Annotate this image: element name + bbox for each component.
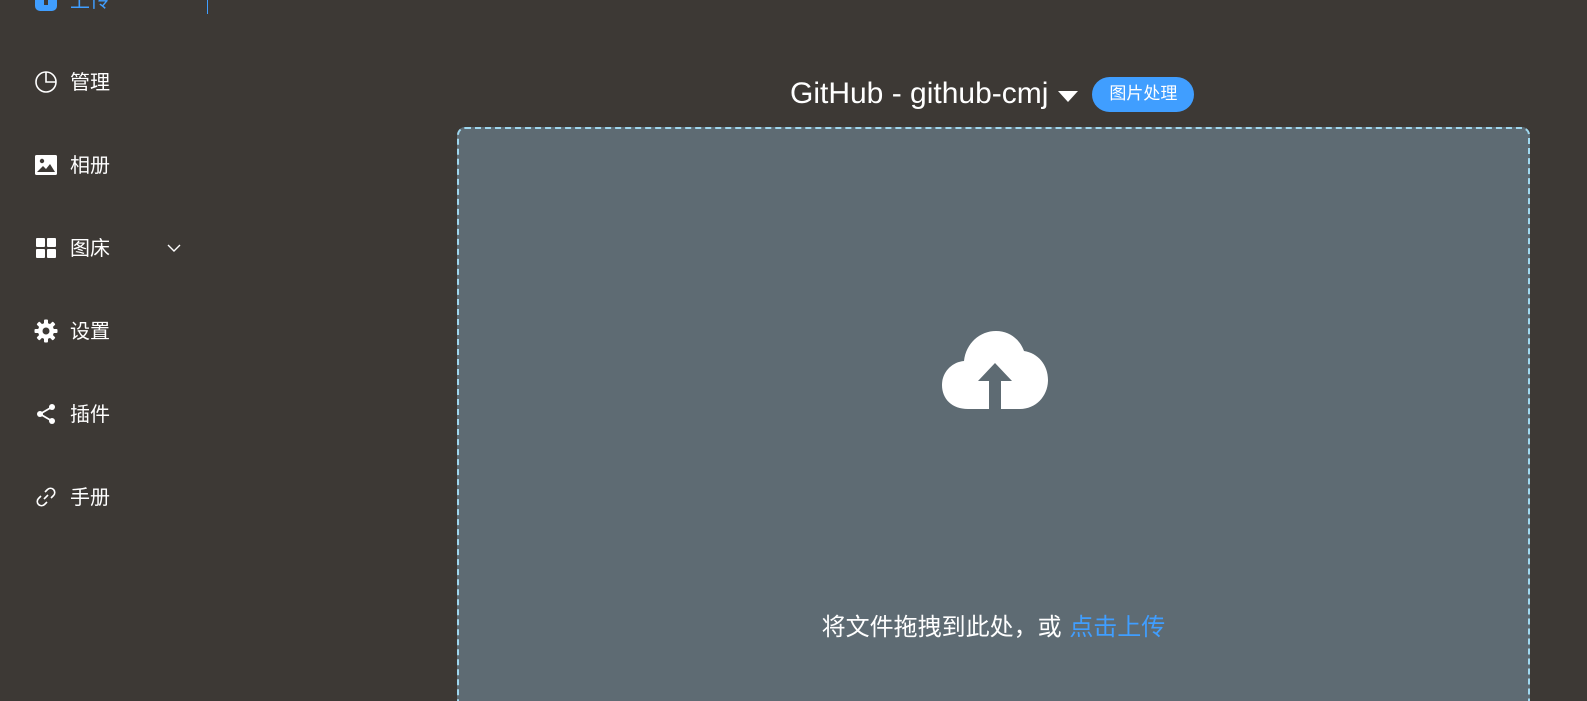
sidebar-item-upload[interactable]: 上传: [34, 0, 110, 14]
dropzone-text: 将文件拖拽到此处，或 点击上传: [459, 607, 1528, 642]
pie-chart-icon: [34, 70, 58, 94]
dropzone-hint: 将文件拖拽到此处，或: [821, 613, 1070, 641]
upload-header: GitHub - github-cmj 图片处理: [790, 76, 1195, 112]
upload-dropzone[interactable]: 将文件拖拽到此处，或 点击上传: [457, 127, 1530, 701]
sidebar-item-gallery[interactable]: 相册: [34, 151, 110, 179]
sidebar-item-picbed[interactable]: 图床: [34, 234, 181, 262]
sidebar-item-label: 图床: [70, 236, 110, 260]
sidebar-item-manage[interactable]: 管理: [34, 68, 110, 96]
caret-down-icon: [1058, 90, 1079, 102]
share-icon: [34, 402, 58, 426]
link-icon: [34, 485, 58, 509]
sidebar-item-label: 手册: [70, 485, 110, 509]
sidebar-item-plugins[interactable]: 插件: [34, 400, 110, 428]
sidebar: 上传 管理 相册 图床 设置 插件 手册: [0, 0, 210, 701]
click-upload-link[interactable]: 点击上传: [1069, 613, 1165, 641]
chevron-down-icon[interactable]: [162, 236, 186, 260]
sidebar-item-settings[interactable]: 设置: [34, 317, 110, 345]
sidebar-item-label: 插件: [70, 402, 110, 426]
gear-icon: [34, 319, 58, 343]
grid-icon: [34, 236, 58, 260]
sidebar-divider: [207, 0, 208, 14]
picbed-title: GitHub - github-cmj: [790, 77, 1049, 110]
cloud-upload-icon: [942, 331, 1048, 409]
app-window: 上传 管理 相册 图床 设置 插件 手册 GitHub - github-cmj…: [0, 0, 1587, 701]
upload-icon: [34, 0, 58, 12]
image-process-button[interactable]: 图片处理: [1092, 76, 1195, 112]
sidebar-item-label: 上传: [70, 0, 110, 12]
sidebar-item-label: 相册: [70, 153, 110, 177]
sidebar-item-manual[interactable]: 手册: [34, 483, 110, 511]
sidebar-item-label: 设置: [70, 319, 110, 343]
sidebar-item-label: 管理: [70, 70, 110, 94]
picture-icon: [34, 153, 58, 177]
picbed-selector[interactable]: GitHub - github-cmj: [790, 77, 1079, 111]
